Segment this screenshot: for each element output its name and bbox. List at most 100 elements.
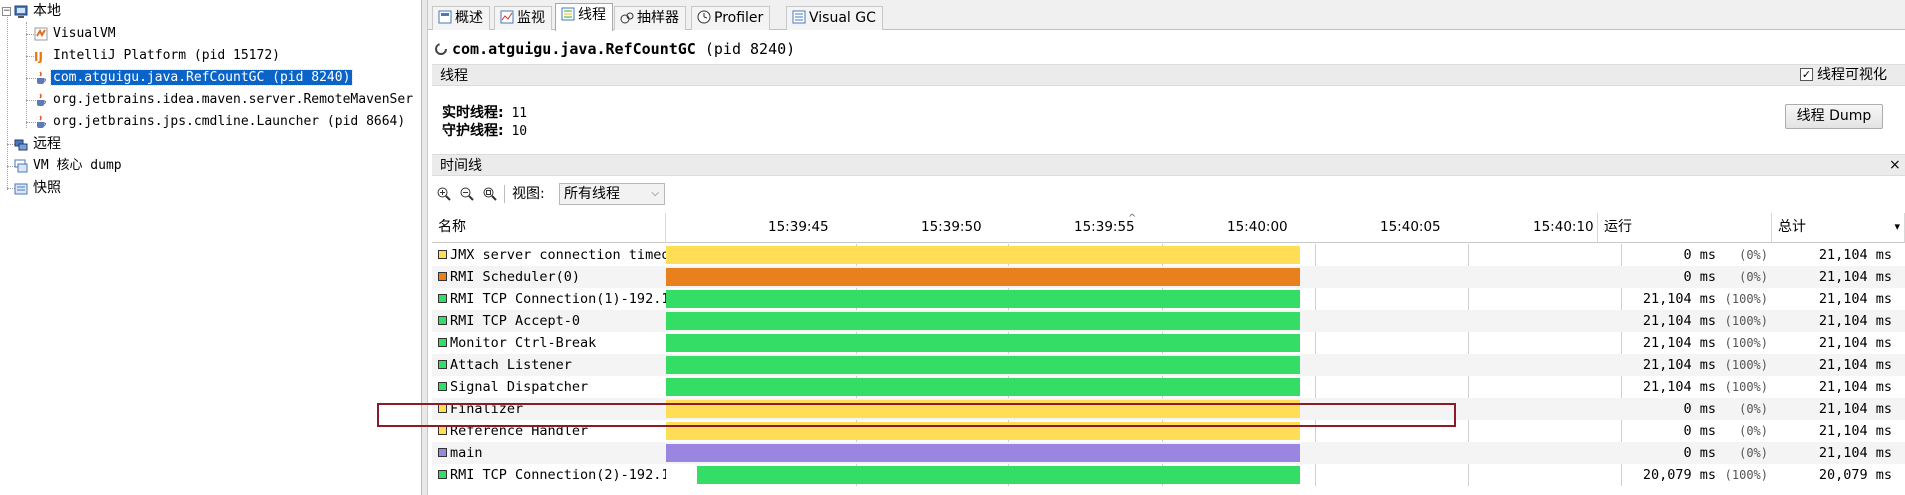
table-row[interactable]: JMX server connection timeout 0 ms (0%) 21,… [432,244,1905,266]
running-time-value: 21,104 ms [1642,313,1716,329]
tree-label-maven-server: org.jetbrains.idea.maven.server.RemoteMa… [53,92,414,107]
thread-state-bar [697,466,1300,484]
table-row[interactable]: RMI TCP Accept-0 21,104 ms (100%) 21,104 ms [432,310,1905,332]
column-header-running[interactable]: 运行 [1598,213,1772,243]
table-row[interactable]: Monitor Ctrl-Break 21,104 ms (100%) 21,104 … [432,332,1905,354]
tree-node-refcountgc[interactable]: com.atguigu.java.RefCountGC (pid 8240) [34,68,354,88]
timeline-section-title: 时间线 [440,158,482,174]
thread-name-cell: RMI TCP Connection(2)-192.168 [432,464,666,486]
table-row[interactable]: RMI TCP Connection(1)-192.168 21,104 ms (1… [432,288,1905,310]
time-tick-label: 15:39:55 [1074,219,1135,235]
tab-overview[interactable]: 概述 [432,6,490,30]
explorer-tree: − 本地 VisualVM IJ IntelliJ Platform (pid … [0,0,421,495]
thread-dump-button[interactable]: 线程 Dump [1785,104,1883,129]
table-row[interactable]: Signal Dispatcher 21,104 ms (100%) 21,104 m… [432,376,1905,398]
toolbar-separator [504,185,505,203]
table-row[interactable]: RMI TCP Connection(2)-192.168 20,079 ms (1… [432,464,1905,486]
main-pane: 概述 监视 线程 抽样器 Profiler Visual GC com.atgu… [377,0,1905,495]
zoom-in-icon[interactable] [436,186,452,202]
thread-name: RMI Scheduler(0) [450,269,581,285]
running-time-cell: 0 ms (0%) [1598,442,1772,464]
table-row[interactable]: main 0 ms (0%) 21,104 ms [432,442,1905,464]
live-threads-stat: 实时线程: 11 [442,104,527,123]
thread-state-swatch [438,360,447,369]
total-time-cell: 21,104 ms [1818,445,1892,461]
tab-overview-label: 概述 [455,10,483,26]
tree-node-jps-launcher[interactable]: org.jetbrains.jps.cmdline.Launcher (pid … [34,112,407,132]
thread-name-cell: RMI TCP Accept-0 [432,310,666,332]
thread-state-bar [666,378,1300,396]
thread-name-cell: Attach Listener [432,354,666,376]
overview-icon [438,10,452,24]
running-time-cell: 21,104 ms (100%) [1598,288,1772,310]
daemon-threads-value: 10 [511,124,528,139]
tab-visual-gc-label: Visual GC [809,10,876,26]
thread-state-swatch [438,250,447,259]
total-time-cell: 21,104 ms [1818,291,1892,307]
running-time-cell: 21,104 ms (100%) [1598,354,1772,376]
tree-label-snapshot: 快照 [33,180,61,196]
running-time-value: 0 ms [1683,423,1716,439]
chevron-down-icon[interactable]: ▾ [1894,213,1900,241]
timeline-section-header: 时间线 [432,154,1905,176]
running-time-cell: 21,104 ms (100%) [1598,376,1772,398]
running-percent: (0%) [1739,402,1768,416]
column-header-total[interactable]: 总计 ▾ [1772,213,1905,243]
thread-state-swatch [438,382,447,391]
tab-visual-gc[interactable]: Visual GC [786,6,883,30]
thread-name-cell: Monitor Ctrl-Break [432,332,666,354]
running-time-cell: 0 ms (0%) [1598,420,1772,442]
core-dump-icon [14,159,28,172]
loading-spinner-icon [435,43,447,55]
collapse-local-toggle[interactable]: − [2,7,11,16]
column-header-name[interactable]: 名称 [432,213,666,243]
visual-gc-icon [792,10,806,24]
tab-bar: 概述 监视 线程 抽样器 Profiler Visual GC [428,0,1905,31]
column-total-label: 总计 [1778,219,1806,235]
tab-profiler[interactable]: Profiler [691,6,771,30]
tree-node-maven-server[interactable]: org.jetbrains.idea.maven.server.RemoteMa… [34,90,415,110]
running-time-value: 20,079 ms [1642,467,1716,483]
tree-node-visualvm[interactable]: VisualVM [34,24,118,44]
time-tick-label: 15:40:10 [1533,219,1594,235]
tab-sampler[interactable]: 抽样器 [614,6,686,30]
table-row[interactable]: Attach Listener 21,104 ms (100%) 21,104 ms [432,354,1905,376]
tree-node-remote[interactable]: 远程 [14,134,63,154]
visualize-threads-checkbox[interactable]: ✓ [1800,68,1813,81]
page-title: com.atguigu.java.RefCountGC (pid 8240) [434,38,795,60]
running-time-value: 0 ms [1683,445,1716,461]
thread-name: RMI TCP Accept-0 [450,313,581,329]
tree-node-intellij[interactable]: IJ IntelliJ Platform (pid 15172) [34,46,282,66]
running-percent: (100%) [1724,358,1768,372]
table-row[interactable]: RMI Scheduler(0) 0 ms (0%) 21,104 ms [432,266,1905,288]
total-time-cell: 21,104 ms [1818,357,1892,373]
close-timeline-icon[interactable]: × [1889,154,1901,176]
running-time-cell: 21,104 ms (100%) [1598,310,1772,332]
java-cup-icon [37,92,47,106]
tree-node-core-dump[interactable]: VM 核心 dump [14,156,124,176]
daemon-threads-stat: 守护线程: 10 [442,122,527,141]
view-label: 视图: [512,186,545,202]
tab-monitor[interactable]: 监视 [494,6,552,30]
tab-threads[interactable]: 线程 [555,3,613,31]
thread-state-bar [666,312,1300,330]
svg-text:IJ: IJ [34,50,43,63]
thread-state-swatch [438,426,447,435]
total-time-cell: 21,104 ms [1818,423,1892,439]
thread-timeline-table: 名称 ^ 15:39:45 15:39:50 15:39:55 15:40:00 15:… [432,213,1905,495]
total-time-cell: 21,104 ms [1818,247,1892,263]
view-select[interactable]: 所有线程 ⌵ [559,183,665,205]
zoom-out-icon[interactable] [459,186,475,202]
running-percent: (100%) [1724,292,1768,306]
tree-label-core-dump: VM 核心 dump [33,158,122,173]
running-time-value: 21,104 ms [1642,379,1716,395]
thread-state-bar [666,334,1300,352]
tree-node-snapshot[interactable]: 快照 [14,178,63,198]
time-tick-label: 15:40:00 [1227,219,1288,235]
java-cup-icon [37,70,47,84]
live-threads-label: 实时线程: [442,105,504,121]
tree-node-local[interactable]: 本地 [14,1,63,21]
thread-name-cell: main [432,442,666,464]
running-time-value: 0 ms [1683,269,1716,285]
zoom-fit-icon[interactable] [482,186,498,202]
